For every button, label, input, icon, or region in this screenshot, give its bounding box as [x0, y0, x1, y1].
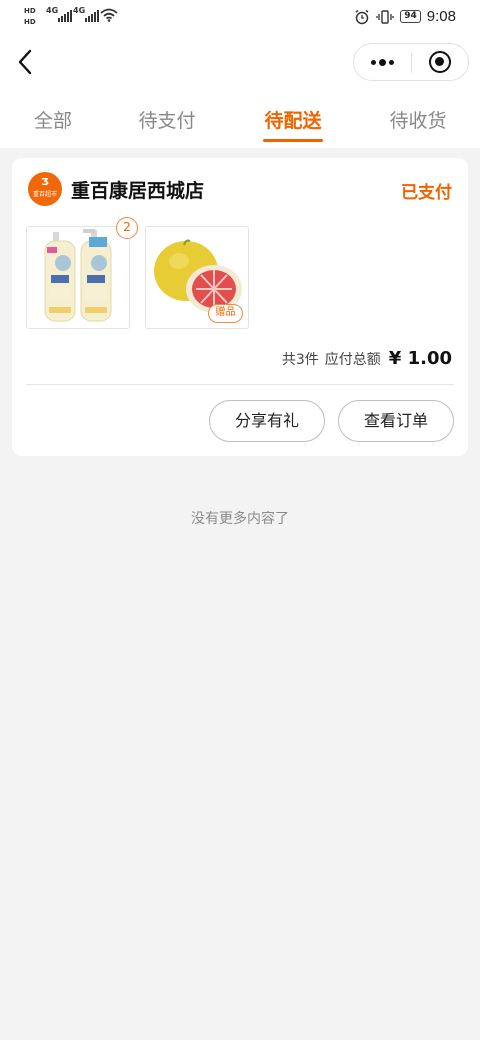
divider — [26, 384, 454, 385]
mini-program-capsule — [353, 43, 469, 81]
quantity-badge: 2 — [116, 217, 138, 239]
signal-icon — [85, 10, 99, 22]
item-count: 共3件 — [281, 352, 319, 368]
hd-indicator: HD — [24, 18, 36, 26]
divider — [411, 53, 412, 73]
target-circle-icon[interactable] — [429, 51, 451, 73]
status-bar: HD HD 4G 4G 94 9:08 — [0, 0, 480, 36]
tab-pending-delivery[interactable]: 待配送 — [233, 106, 353, 133]
header-area: HD HD 4G 4G 94 9:08 全部 待支付 待配送 待收货 — [0, 0, 480, 148]
total-amount: ¥ 1.00 — [388, 348, 452, 369]
status-right: 94 9:08 — [354, 8, 456, 25]
signal-icon — [58, 10, 72, 22]
vibrate-icon — [376, 9, 394, 24]
store-name: 重百康居西城店 — [71, 180, 205, 202]
order-status: 已支付 — [401, 183, 452, 203]
clock: 9:08 — [426, 8, 456, 25]
product-image-shampoo[interactable] — [26, 226, 130, 329]
no-more-content-text: 没有更多内容了 — [191, 511, 289, 527]
network-type: 4G — [73, 6, 86, 15]
network-type: 4G — [46, 6, 59, 15]
share-gift-button[interactable]: 分享有礼 — [209, 400, 325, 442]
gift-tag: 赠品 — [208, 304, 243, 323]
wifi-icon — [100, 8, 118, 22]
chevron-left-icon[interactable] — [14, 48, 38, 76]
tab-pending-receipt[interactable]: 待收货 — [358, 106, 478, 133]
store-logo: Ʒ 重百超市 — [28, 172, 62, 206]
tab-pending-payment[interactable]: 待支付 — [107, 106, 227, 133]
active-tab-indicator — [263, 139, 323, 142]
battery-indicator: 94 — [400, 10, 421, 23]
view-order-button[interactable]: 查看订单 — [338, 400, 454, 442]
total-label: 应付总额 — [324, 352, 381, 368]
more-dots-icon[interactable] — [354, 44, 411, 80]
hd-indicator: HD — [24, 7, 36, 15]
alarm-icon — [355, 9, 369, 24]
order-card[interactable]: Ʒ 重百超市 重百康居西城店 已支付 2 赠品 共3件 应付总额 ¥ 1.00 … — [12, 158, 468, 456]
order-summary: 共3件 应付总额 ¥ 1.00 — [282, 348, 452, 369]
tab-all[interactable]: 全部 — [0, 106, 113, 133]
